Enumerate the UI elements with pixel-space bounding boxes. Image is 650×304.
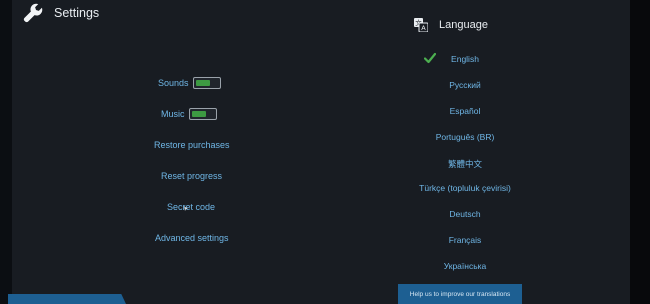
settings-panel <box>12 0 630 304</box>
language-option-german[interactable]: Deutsch <box>380 209 550 219</box>
reset-progress-button[interactable]: Reset progress <box>161 171 222 181</box>
settings-header: Settings <box>22 2 99 24</box>
language-option-chinese[interactable]: 繁體中文 <box>380 158 550 170</box>
bottom-left-button[interactable] <box>8 294 126 304</box>
music-toggle[interactable] <box>189 108 217 120</box>
page-title: Settings <box>54 6 100 20</box>
help-translate-button[interactable]: Help us to improve our translations <box>398 284 522 304</box>
language-option-french[interactable]: Français <box>380 235 550 245</box>
toggle-knob <box>196 80 210 86</box>
advanced-settings-button[interactable]: Advanced settings <box>155 233 229 243</box>
language-option-ukrainian[interactable]: Українська <box>380 261 550 271</box>
toggle-knob <box>192 111 206 117</box>
wrench-icon <box>23 3 43 23</box>
language-option-turkish[interactable]: Türkçe (topluluk çevirisi) <box>380 183 550 193</box>
secret-code-button[interactable]: Secret code <box>167 202 215 212</box>
language-option-portuguese[interactable]: Português (BR) <box>380 132 550 142</box>
app-frame: Settings Sounds Music Restore purchases … <box>0 0 650 304</box>
restore-purchases-button[interactable]: Restore purchases <box>154 140 230 150</box>
language-option-english[interactable]: English <box>380 54 550 64</box>
mouse-cursor-icon <box>184 206 188 211</box>
translate-icon: 文 A <box>414 18 428 32</box>
music-label[interactable]: Music <box>161 109 185 119</box>
language-header: 文 A Language <box>414 16 488 34</box>
language-option-spanish[interactable]: Español <box>380 106 550 116</box>
language-title: Language <box>439 19 488 31</box>
sounds-label[interactable]: Sounds <box>158 78 189 88</box>
sounds-toggle[interactable] <box>193 77 221 89</box>
window-edge <box>630 0 650 304</box>
language-option-russian[interactable]: Русский <box>380 80 550 90</box>
svg-text:A: A <box>421 24 426 32</box>
